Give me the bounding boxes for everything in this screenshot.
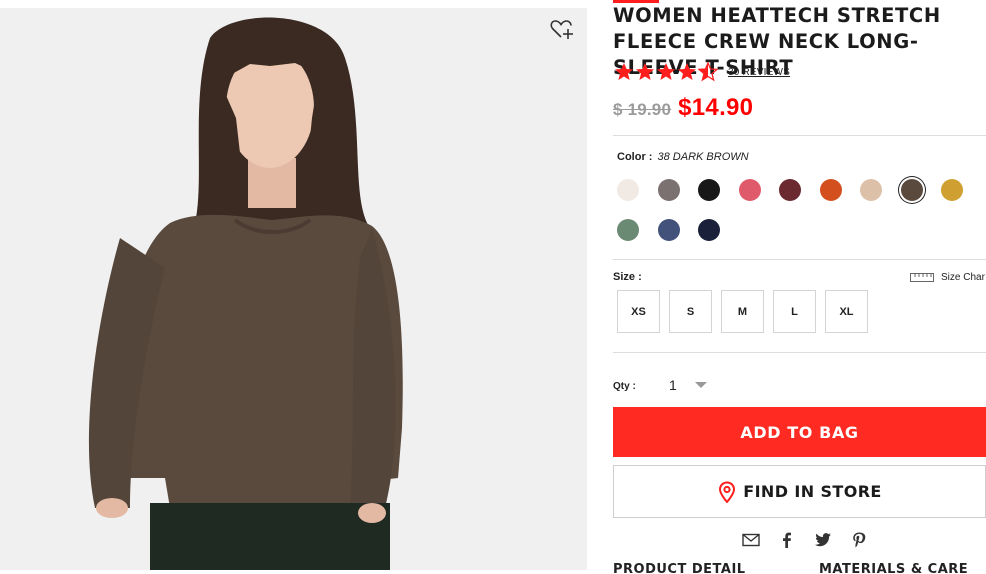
share-facebook-button[interactable] bbox=[777, 530, 797, 550]
size-option-xs[interactable]: XS bbox=[617, 290, 660, 333]
size-chart-label: Size Char bbox=[941, 271, 985, 283]
divider bbox=[613, 135, 986, 136]
heart-plus-icon bbox=[550, 20, 573, 39]
color-swatch[interactable] bbox=[941, 179, 963, 201]
detail-tabs: PRODUCT DETAIL MATERIALS & CARE bbox=[613, 562, 986, 574]
rating: 30 REVIEWS bbox=[614, 61, 790, 83]
tab-product-detail[interactable]: PRODUCT DETAIL bbox=[613, 562, 746, 574]
product-info-panel: WOMEN HEATTECH STRETCH FLEECE CREW NECK … bbox=[613, 0, 986, 574]
color-label: Color : 38 DARK BROWN bbox=[617, 151, 749, 163]
color-swatch[interactable] bbox=[779, 179, 801, 201]
add-to-wishlist-button[interactable] bbox=[549, 16, 575, 42]
color-swatch[interactable] bbox=[698, 179, 720, 201]
share-pinterest-button[interactable] bbox=[849, 530, 869, 550]
size-option-xl[interactable]: XL bbox=[825, 290, 868, 333]
share-twitter-button[interactable] bbox=[813, 530, 833, 550]
selected-color-name: 38 DARK BROWN bbox=[657, 151, 749, 163]
color-swatch[interactable] bbox=[819, 179, 842, 201]
location-pin-icon bbox=[719, 480, 736, 503]
size-option-l[interactable]: L bbox=[773, 290, 816, 333]
color-swatch[interactable] bbox=[657, 179, 680, 201]
pinterest-icon bbox=[853, 532, 866, 548]
color-swatch[interactable] bbox=[738, 179, 761, 201]
star-rating bbox=[614, 62, 718, 82]
ruler-icon bbox=[910, 273, 934, 282]
model-photo bbox=[0, 8, 587, 570]
color-swatch[interactable] bbox=[698, 219, 720, 241]
share-email-button[interactable] bbox=[741, 530, 761, 550]
add-to-bag-button[interactable]: ADD TO BAG bbox=[613, 407, 986, 457]
find-in-store-label: FIND IN STORE bbox=[743, 482, 882, 501]
color-swatch[interactable] bbox=[617, 179, 639, 201]
quantity-label: Qty : bbox=[613, 381, 636, 392]
find-in-store-button[interactable]: FIND IN STORE bbox=[613, 465, 986, 518]
facebook-icon bbox=[783, 532, 791, 548]
original-price: $ 19.90 bbox=[613, 100, 672, 119]
price-block: $ 19.90 $14.90 bbox=[613, 94, 753, 122]
share-icons bbox=[741, 530, 869, 550]
twitter-icon bbox=[815, 533, 831, 547]
size-option-m[interactable]: M bbox=[721, 290, 764, 333]
star-icon bbox=[636, 63, 654, 80]
tab-materials-care[interactable]: MATERIALS & CARE bbox=[819, 562, 968, 574]
size-option-s[interactable]: S bbox=[669, 290, 712, 333]
product-image bbox=[0, 8, 587, 570]
quantity-select[interactable]: 1 bbox=[669, 374, 709, 396]
reviews-link[interactable]: 30 REVIEWS bbox=[728, 67, 790, 78]
color-swatch[interactable] bbox=[617, 219, 639, 241]
chevron-down-icon bbox=[695, 382, 707, 388]
quantity-value: 1 bbox=[669, 377, 677, 393]
color-swatch[interactable] bbox=[860, 179, 882, 201]
color-label-key: Color : bbox=[617, 151, 653, 163]
star-icon bbox=[615, 63, 633, 80]
star-icon bbox=[678, 63, 696, 80]
star-half-icon bbox=[698, 62, 718, 82]
color-swatch[interactable] bbox=[900, 179, 923, 201]
size-label: Size : bbox=[613, 271, 642, 283]
sale-price: $14.90 bbox=[678, 94, 754, 121]
divider bbox=[613, 259, 986, 260]
star-icon bbox=[657, 63, 675, 80]
color-swatch[interactable] bbox=[657, 219, 680, 241]
size-chart-link[interactable]: Size Char bbox=[910, 271, 985, 283]
email-icon bbox=[742, 533, 760, 547]
divider bbox=[613, 352, 986, 353]
